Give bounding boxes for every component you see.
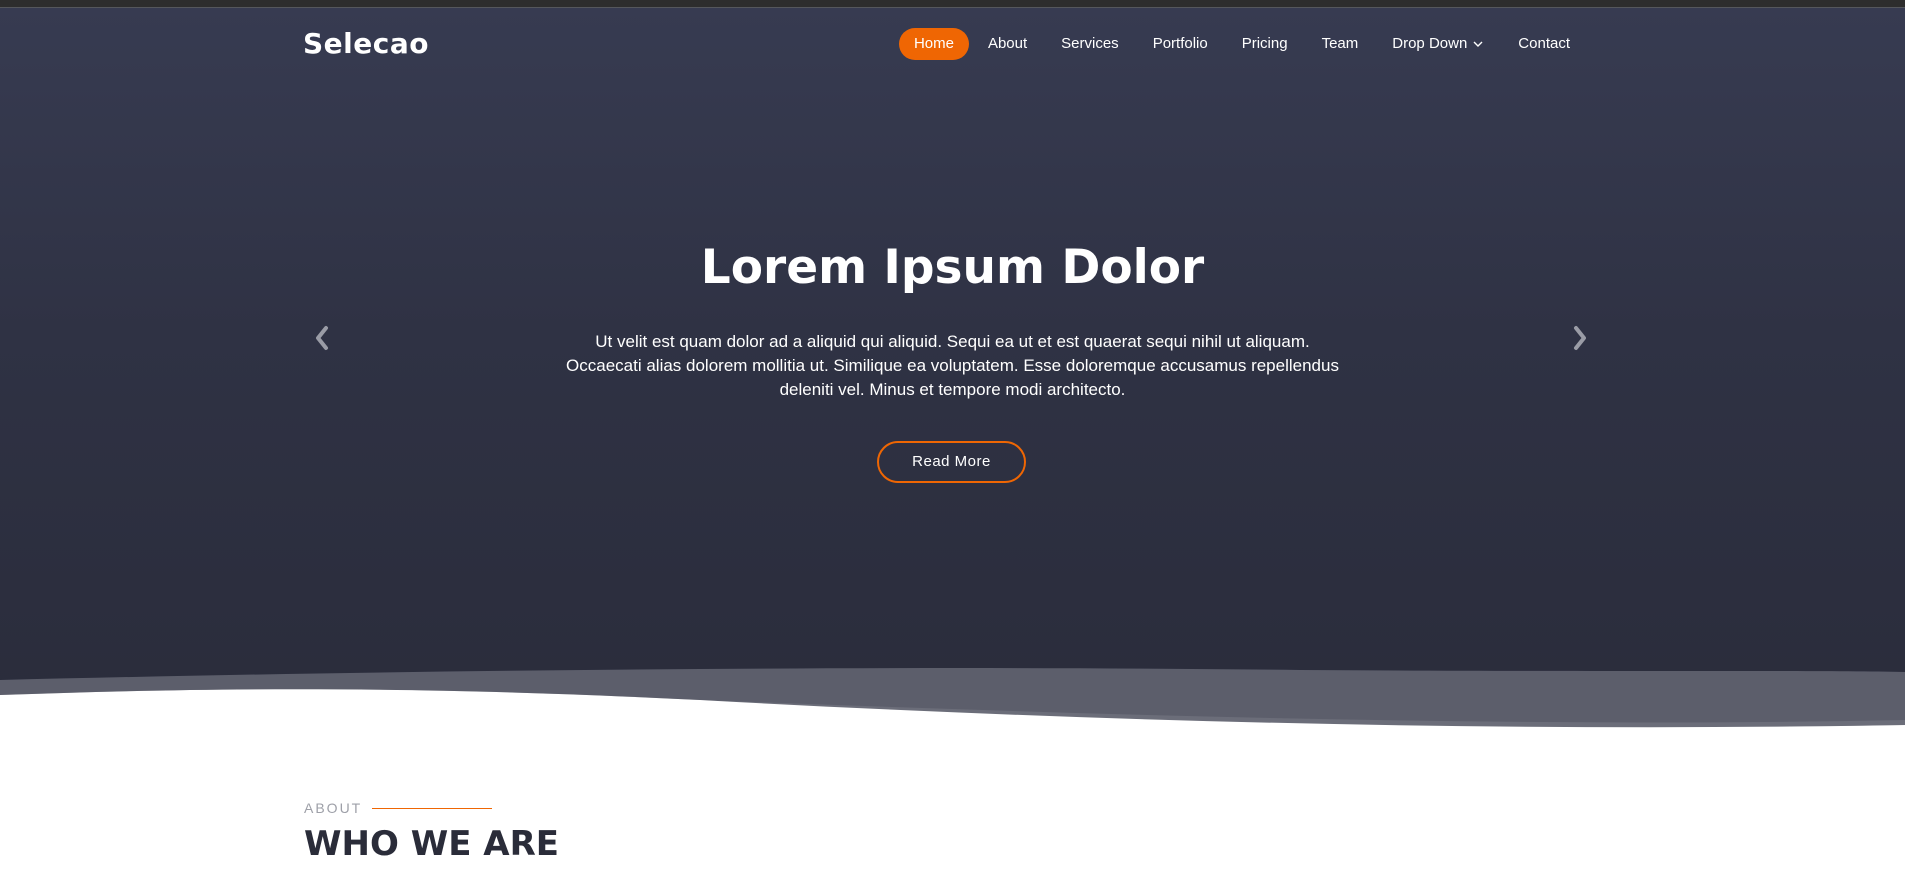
main-nav: Home About Services Portfolio Pricing Te… xyxy=(895,28,1585,60)
nav-contact[interactable]: Contact xyxy=(1503,28,1585,60)
nav-portfolio[interactable]: Portfolio xyxy=(1138,28,1223,60)
hero-wave-divider xyxy=(0,668,1905,740)
hero-description: Ut velit est quam dolor ad a aliquid qui… xyxy=(566,332,1339,399)
nav-team[interactable]: Team xyxy=(1307,28,1374,60)
read-more-button[interactable]: Read More xyxy=(877,441,1026,483)
nav-dropdown-label: Drop Down xyxy=(1392,35,1468,52)
about-section-label: ABOUT xyxy=(304,800,493,816)
site-logo[interactable]: Selecao xyxy=(303,27,429,60)
site-header: Selecao Home About Services Portfolio Pr… xyxy=(0,8,1905,78)
section-label-line xyxy=(372,807,493,809)
nav-services[interactable]: Services xyxy=(1046,28,1134,60)
nav-about[interactable]: About xyxy=(973,28,1042,60)
chevron-down-icon xyxy=(1473,41,1483,47)
hero-title: Lorem Ipsum Dolor xyxy=(700,240,1205,295)
chevron-right-icon[interactable] xyxy=(1568,322,1592,354)
nav-pricing[interactable]: Pricing xyxy=(1227,28,1303,60)
nav-dropdown[interactable]: Drop Down xyxy=(1377,28,1499,60)
chevron-left-icon[interactable] xyxy=(310,322,334,354)
about-section-title: WHO WE ARE xyxy=(304,824,559,864)
nav-home[interactable]: Home xyxy=(898,28,969,60)
browser-top-strip xyxy=(0,0,1905,8)
section-label-text: ABOUT xyxy=(304,800,363,816)
